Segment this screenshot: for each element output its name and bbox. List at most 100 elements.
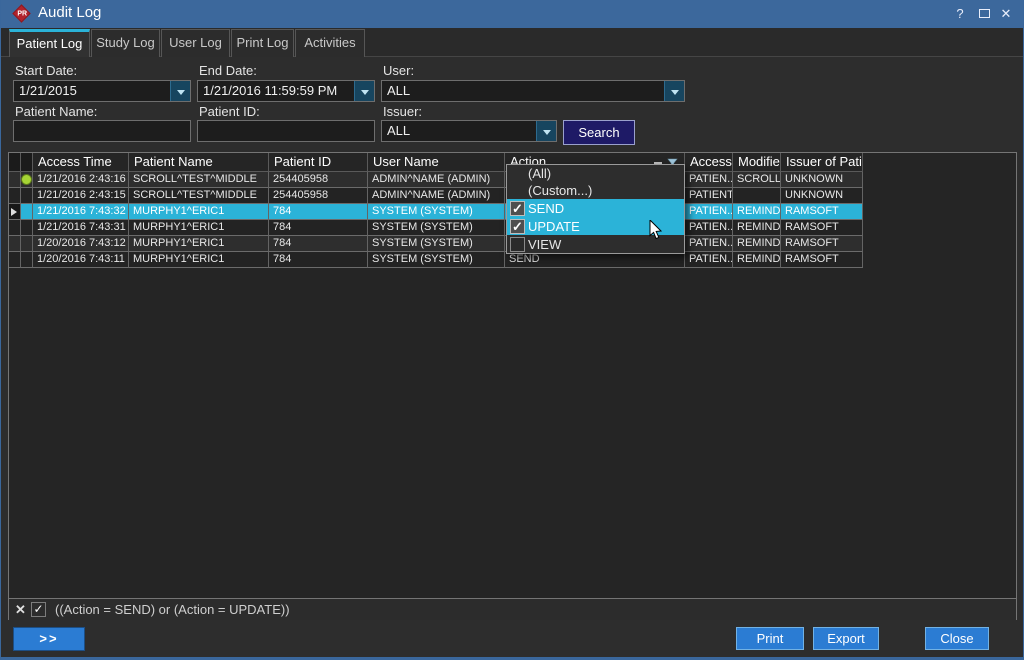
filter-option-label: (Custom...): [528, 183, 592, 198]
filter-enabled-checkbox[interactable]: ✓: [31, 602, 46, 617]
header-status: [21, 153, 33, 172]
end-date-value: 1/21/2016 11:59:59 PM: [203, 83, 337, 98]
cell-access-time[interactable]: 1/21/2016 7:43:32 ...: [33, 204, 129, 220]
header-accessed[interactable]: Accesse: [685, 153, 733, 172]
maximize-button[interactable]: [973, 5, 995, 23]
cell-access-time[interactable]: 1/20/2016 7:43:12 ...: [33, 236, 129, 252]
cell-accessed[interactable]: PATIEN...: [685, 220, 733, 236]
filter-option-label: VIEW: [528, 237, 561, 252]
cell-accessed[interactable]: PATIEN...: [685, 172, 733, 188]
tab-study-log[interactable]: Study Log: [91, 29, 160, 57]
table-row[interactable]: 1/21/2016 7:43:31 ... MURPHY1^ERIC1 784 …: [9, 220, 863, 236]
cell-patient-id[interactable]: 254405958: [269, 172, 368, 188]
table-row[interactable]: 1/21/2016 2:43:15 ... SCROLL^TEST^MIDDLE…: [9, 188, 863, 204]
header-patient-name[interactable]: Patient Name: [129, 153, 269, 172]
checked-checkbox-icon[interactable]: ✓: [510, 201, 525, 216]
cell-user-name[interactable]: ADMIN^NAME (ADMIN): [368, 188, 505, 204]
filter-option-custom[interactable]: (Custom...): [507, 182, 684, 199]
cell-user-name[interactable]: SYSTEM (SYSTEM): [368, 252, 505, 268]
help-button[interactable]: ?: [949, 5, 971, 23]
cell-accessed[interactable]: PATIEN...: [685, 252, 733, 268]
row-indicator-cell: [9, 172, 21, 188]
cell-patient-name[interactable]: MURPHY1^ERIC1: [129, 236, 269, 252]
export-button[interactable]: Export: [813, 627, 879, 650]
cell-modified[interactable]: REMIND...: [733, 204, 781, 220]
cell-modified[interactable]: REMIND...: [733, 252, 781, 268]
table-row[interactable]: 1/20/2016 7:43:12 ... MURPHY1^ERIC1 784 …: [9, 236, 863, 252]
cell-access-time[interactable]: 1/21/2016 2:43:16 ...: [33, 172, 129, 188]
tab-activities[interactable]: Activities: [295, 29, 365, 57]
row-status-cell: [21, 220, 33, 236]
cell-issuer[interactable]: RAMSOFT: [781, 236, 863, 252]
user-dropdown-button[interactable]: [664, 80, 685, 102]
cell-user-name[interactable]: SYSTEM (SYSTEM): [368, 220, 505, 236]
title-bar: PR Audit Log ? ✕: [1, 0, 1023, 28]
tab-print-log[interactable]: Print Log: [231, 29, 294, 57]
tab-bar: Patient Log Study Log User Log Print Log…: [1, 28, 1023, 57]
row-status-cell: [21, 188, 33, 204]
user-combobox[interactable]: ALL: [381, 80, 685, 102]
cell-accessed[interactable]: PATIEN...: [685, 236, 733, 252]
cell-access-time[interactable]: 1/21/2016 7:43:31 ...: [33, 220, 129, 236]
cell-modified[interactable]: [733, 188, 781, 204]
cell-patient-id[interactable]: 254405958: [269, 188, 368, 204]
header-access-time[interactable]: Access Time: [33, 153, 129, 172]
cell-patient-id[interactable]: 784: [269, 220, 368, 236]
table-row[interactable]: 1/20/2016 7:43:11 ... MURPHY1^ERIC1 784 …: [9, 252, 863, 268]
patient-id-input[interactable]: [197, 120, 375, 142]
filter-option-send[interactable]: ✓ SEND: [507, 199, 684, 217]
cell-issuer[interactable]: UNKNOWN: [781, 172, 863, 188]
green-status-icon: [21, 174, 32, 185]
header-user-name[interactable]: User Name: [368, 153, 505, 172]
cell-issuer[interactable]: RAMSOFT: [781, 252, 863, 268]
tab-user-log[interactable]: User Log: [161, 29, 230, 57]
checked-checkbox-icon[interactable]: ✓: [510, 219, 525, 234]
cell-access-time[interactable]: 1/21/2016 2:43:15 ...: [33, 188, 129, 204]
cell-patient-id[interactable]: 784: [269, 204, 368, 220]
expand-button[interactable]: >>: [13, 627, 85, 651]
cell-patient-name[interactable]: MURPHY1^ERIC1: [129, 220, 269, 236]
cell-patient-id[interactable]: 784: [269, 236, 368, 252]
cell-issuer[interactable]: RAMSOFT: [781, 220, 863, 236]
cell-modified[interactable]: REMIND...: [733, 236, 781, 252]
cell-patient-name[interactable]: SCROLL^TEST^MIDDLE: [129, 188, 269, 204]
cell-issuer[interactable]: UNKNOWN: [781, 188, 863, 204]
cell-patient-name[interactable]: MURPHY1^ERIC1: [129, 204, 269, 220]
cell-modified[interactable]: SCROLL...: [733, 172, 781, 188]
cell-user-name[interactable]: ADMIN^NAME (ADMIN): [368, 172, 505, 188]
table-row[interactable]: 1/21/2016 2:43:16 ... SCROLL^TEST^MIDDLE…: [9, 172, 863, 188]
patient-name-input[interactable]: [13, 120, 191, 142]
cell-accessed[interactable]: PATIENT: [685, 188, 733, 204]
header-patient-id[interactable]: Patient ID: [269, 153, 368, 172]
end-date-dropdown-button[interactable]: [354, 80, 375, 102]
start-date-combobox[interactable]: 1/21/2015: [13, 80, 191, 102]
cell-patient-name[interactable]: MURPHY1^ERIC1: [129, 252, 269, 268]
cell-access-time[interactable]: 1/20/2016 7:43:11 ...: [33, 252, 129, 268]
table-row-selected[interactable]: 1/21/2016 7:43:32 ... MURPHY1^ERIC1 784 …: [9, 204, 863, 220]
end-date-label: End Date:: [199, 63, 257, 78]
issuer-combobox[interactable]: ALL: [381, 120, 557, 142]
close-window-button[interactable]: ✕: [995, 5, 1017, 23]
cell-action[interactable]: SEND: [505, 252, 685, 268]
cell-patient-name[interactable]: SCROLL^TEST^MIDDLE: [129, 172, 269, 188]
cell-modified[interactable]: REMIND...: [733, 220, 781, 236]
cell-user-name[interactable]: SYSTEM (SYSTEM): [368, 204, 505, 220]
header-modified[interactable]: Modifie: [733, 153, 781, 172]
search-button[interactable]: Search: [563, 120, 635, 145]
issuer-dropdown-button[interactable]: [536, 120, 557, 142]
clear-filter-icon[interactable]: ✕: [15, 602, 26, 618]
tab-patient-log[interactable]: Patient Log: [9, 29, 90, 57]
header-issuer[interactable]: Issuer of Patie: [781, 153, 863, 172]
cell-accessed[interactable]: PATIEN...: [685, 204, 733, 220]
cell-patient-id[interactable]: 784: [269, 252, 368, 268]
cell-user-name[interactable]: SYSTEM (SYSTEM): [368, 236, 505, 252]
filter-option-all[interactable]: (All): [507, 165, 684, 182]
print-button[interactable]: Print: [736, 627, 804, 650]
close-button[interactable]: Close: [925, 627, 989, 650]
start-date-dropdown-button[interactable]: [170, 80, 191, 102]
row-status-cell: [21, 252, 33, 268]
end-date-combobox[interactable]: 1/21/2016 11:59:59 PM: [197, 80, 375, 102]
maximize-icon: [979, 9, 990, 18]
cell-issuer[interactable]: RAMSOFT: [781, 204, 863, 220]
unchecked-checkbox-icon[interactable]: [510, 237, 525, 252]
